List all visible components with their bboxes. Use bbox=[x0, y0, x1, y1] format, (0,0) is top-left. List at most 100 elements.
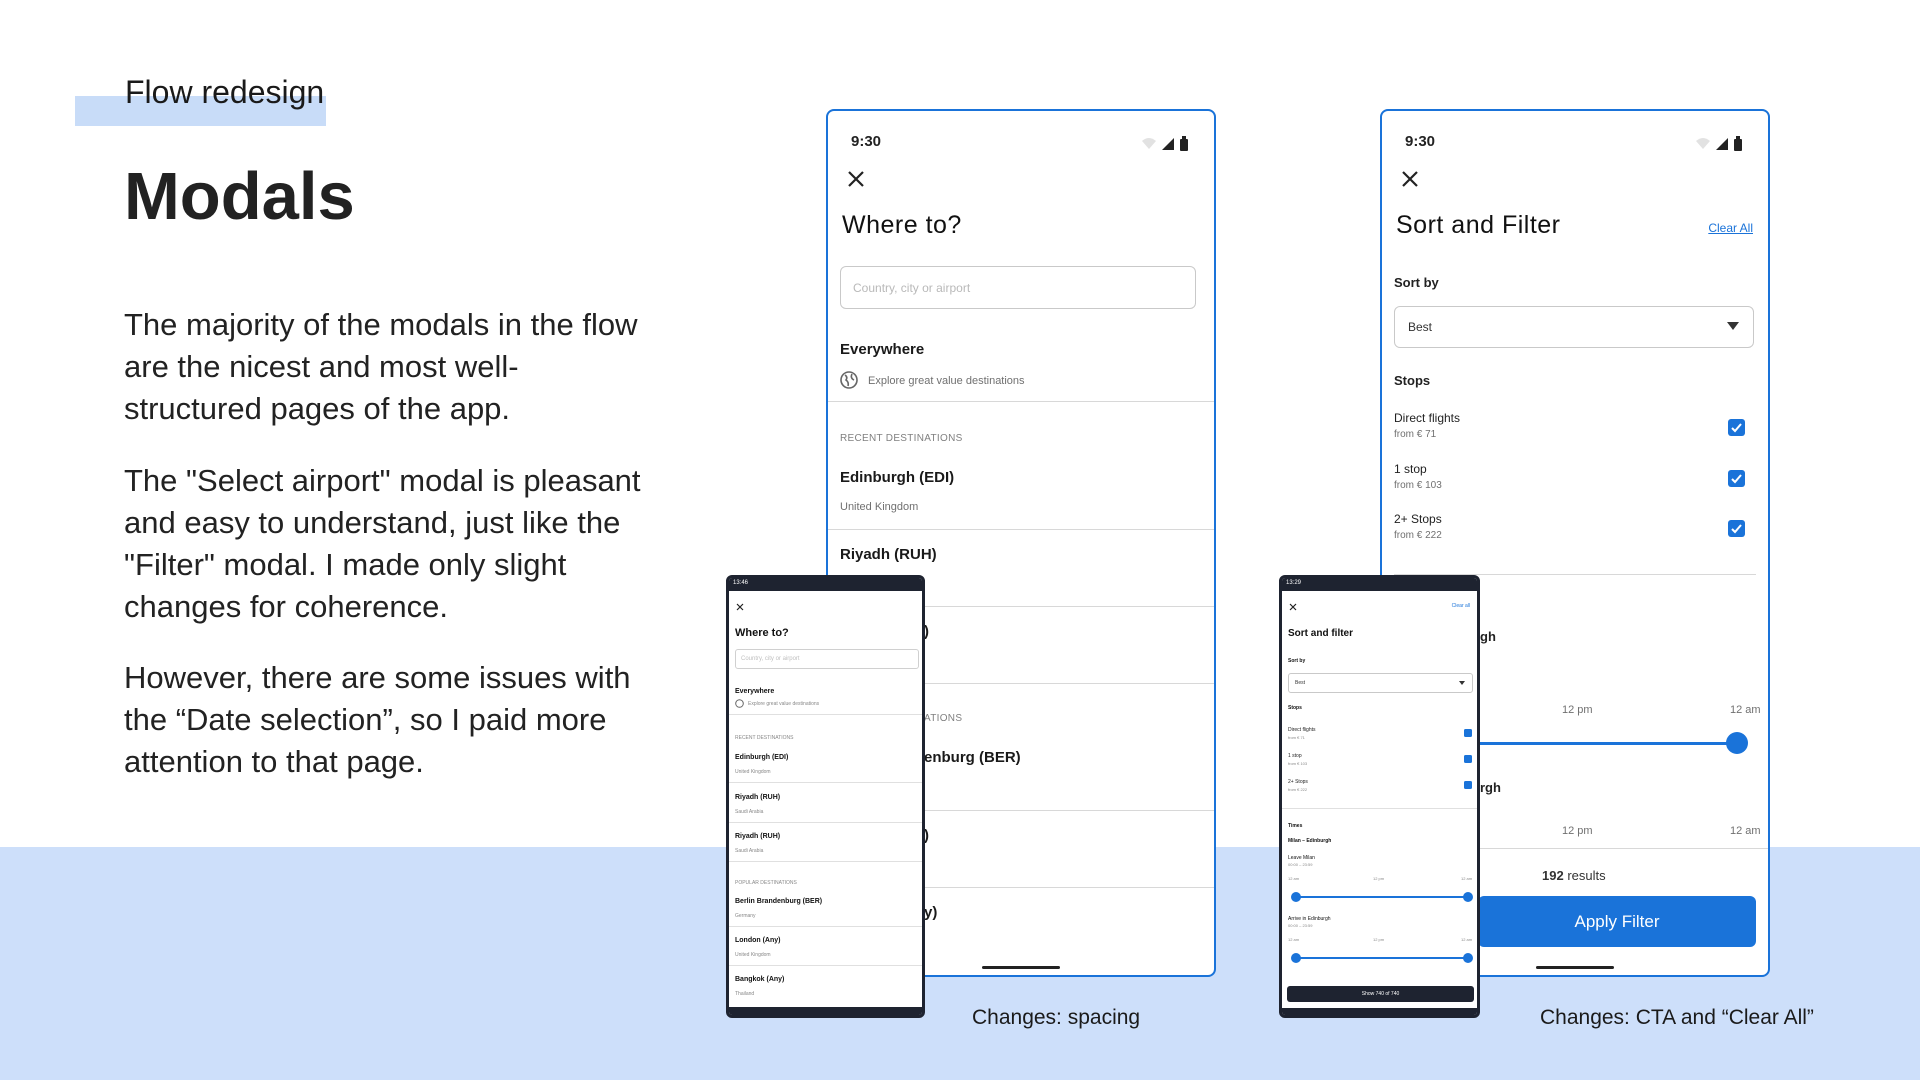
stop-option-price: from € 71 bbox=[1394, 429, 1437, 440]
clear-all-link[interactable]: Clear All bbox=[1708, 221, 1753, 235]
slider-handle[interactable] bbox=[1291, 892, 1301, 902]
divider bbox=[729, 965, 922, 966]
modal-title: Where to? bbox=[842, 211, 962, 239]
filter-modal-original: 13:29 Clear all Sort and filter Sort by … bbox=[1279, 575, 1480, 1018]
search-input[interactable]: Country, city or airport bbox=[840, 266, 1196, 309]
slider-handle[interactable] bbox=[1463, 892, 1473, 902]
two-plus-stops-checkbox[interactable] bbox=[1728, 520, 1745, 537]
modal-title: Sort and Filter bbox=[1396, 211, 1561, 239]
stop-option-price: from € 222 bbox=[1394, 530, 1442, 541]
times-route-partial: gh bbox=[1480, 629, 1496, 644]
paragraph-1: The majority of the modals in the flow a… bbox=[124, 307, 638, 426]
status-bar: 13:29 bbox=[1282, 578, 1477, 591]
two-plus-stops-checkbox[interactable] bbox=[1464, 781, 1472, 789]
one-stop-checkbox[interactable] bbox=[1464, 755, 1472, 763]
recent-item-title[interactable]: Edinburgh (EDI) bbox=[735, 754, 788, 761]
recent-item-title[interactable]: Riyadh (RUH) bbox=[735, 833, 780, 840]
divider bbox=[828, 401, 1214, 402]
recent-item-country: United Kingdom bbox=[735, 769, 771, 775]
tick-label: 12 am bbox=[1730, 704, 1761, 716]
popular-item-title[interactable]: London (Any) bbox=[735, 937, 781, 944]
paragraph-3: However, there are some issues with the … bbox=[124, 660, 631, 779]
apply-filter-button[interactable]: Apply Filter bbox=[1478, 896, 1756, 947]
recent-item-country: Saudi Arabia bbox=[735, 809, 764, 815]
caption-spacing: Changes: spacing bbox=[972, 1006, 1141, 1029]
stop-option-price: from € 103 bbox=[1394, 480, 1442, 491]
tick-label: 12 am bbox=[1288, 876, 1300, 881]
slider-handle[interactable] bbox=[1291, 953, 1301, 963]
stop-option-name: 1 stop bbox=[1288, 753, 1302, 759]
close-icon[interactable] bbox=[1289, 603, 1297, 611]
recent-destinations-label: RECENT DESTINATIONS bbox=[840, 433, 963, 444]
slider-track bbox=[1296, 957, 1468, 959]
slider-handle[interactable] bbox=[1726, 732, 1748, 754]
stop-option-name: Direct flights bbox=[1288, 727, 1316, 733]
stop-option-name: 1 stop bbox=[1394, 462, 1427, 476]
results-label: results bbox=[1567, 868, 1606, 883]
status-time: 13:29 bbox=[1286, 580, 1302, 586]
sort-select[interactable]: Best bbox=[1394, 306, 1754, 348]
times-route-partial: rgh bbox=[1480, 780, 1501, 795]
everywhere-title[interactable]: Everywhere bbox=[735, 688, 774, 695]
status-bar: 13:46 bbox=[729, 578, 922, 591]
paragraph-2: The "Select airport" modal is pleasant a… bbox=[124, 463, 641, 624]
nav-bar bbox=[729, 1007, 922, 1015]
slider-track bbox=[1478, 742, 1742, 745]
divider bbox=[729, 714, 922, 715]
recent-item-title[interactable]: Edinburgh (EDI) bbox=[840, 469, 954, 486]
chevron-down-icon bbox=[1727, 322, 1739, 330]
search-input[interactable]: Country, city or airport bbox=[735, 649, 919, 669]
popular-destinations-label: POPULAR DESTINATIONS bbox=[735, 880, 797, 886]
show-results-button[interactable]: Show 740 of 740 bbox=[1287, 986, 1474, 1002]
slider-handle[interactable] bbox=[1463, 953, 1473, 963]
recent-destinations-label: RECENT DESTINATIONS bbox=[735, 735, 794, 741]
close-icon[interactable] bbox=[846, 169, 866, 189]
divider bbox=[1282, 808, 1477, 809]
status-time: 9:30 bbox=[1405, 133, 1436, 150]
divider bbox=[828, 529, 1214, 530]
popular-destinations-label: ATIONS bbox=[924, 713, 963, 724]
modal-title: Where to? bbox=[735, 627, 789, 639]
tick-label: 12 am bbox=[1461, 876, 1473, 881]
globe-icon bbox=[735, 699, 744, 708]
check-icon bbox=[1731, 524, 1742, 534]
tick-label: 12 pm bbox=[1373, 937, 1385, 942]
recent-item-country: United Kingdom bbox=[840, 501, 919, 513]
sort-by-label: Sort by bbox=[1288, 658, 1306, 664]
popular-item-title[interactable]: Bangkok (Any) bbox=[735, 976, 784, 983]
recent-item-country: Saudi Arabia bbox=[735, 848, 764, 854]
route-label: Milan – Edinburgh bbox=[1288, 838, 1332, 844]
caption-cta: Changes: CTA and “Clear All” bbox=[1540, 1006, 1814, 1029]
status-icons bbox=[1142, 136, 1188, 151]
direct-flights-checkbox[interactable] bbox=[1464, 729, 1472, 737]
recent-item-title[interactable]: Riyadh (RUH) bbox=[840, 546, 937, 563]
status-icons bbox=[1696, 136, 1742, 151]
direct-flights-checkbox[interactable] bbox=[1728, 419, 1745, 436]
leave-label: Leave Milan bbox=[1288, 855, 1315, 861]
one-stop-checkbox[interactable] bbox=[1728, 470, 1745, 487]
globe-icon bbox=[840, 371, 858, 389]
tick-label: 12 pm bbox=[1562, 825, 1593, 837]
stop-option-price: from € 222 bbox=[1288, 787, 1308, 792]
sort-value: Best bbox=[1295, 680, 1306, 686]
slider-track bbox=[1296, 896, 1468, 898]
divider bbox=[729, 861, 922, 862]
everywhere-title[interactable]: Everywhere bbox=[840, 341, 924, 358]
tick-label: 12 am bbox=[1461, 937, 1473, 942]
stop-option-price: from € 103 bbox=[1288, 761, 1308, 766]
home-indicator bbox=[982, 966, 1060, 969]
divider bbox=[729, 782, 922, 783]
everywhere-subtitle: Explore great value destinations bbox=[868, 375, 1025, 387]
chevron-down-icon bbox=[1459, 681, 1465, 685]
tick-label: 12 pm bbox=[1562, 704, 1593, 716]
popular-item-title[interactable]: Berlin Brandenburg (BER) bbox=[735, 898, 822, 905]
close-icon[interactable] bbox=[736, 603, 744, 611]
sort-select[interactable]: Best bbox=[1288, 673, 1473, 693]
popular-item-title[interactable]: enburg (BER) bbox=[924, 749, 1021, 766]
modal-title: Sort and filter bbox=[1288, 628, 1354, 639]
popular-item-title[interactable]: y) bbox=[924, 904, 937, 921]
clear-all-link[interactable]: Clear all bbox=[1452, 603, 1470, 609]
times-label: Times bbox=[1288, 823, 1303, 829]
close-icon[interactable] bbox=[1400, 169, 1420, 189]
recent-item-title[interactable]: Riyadh (RUH) bbox=[735, 794, 780, 801]
